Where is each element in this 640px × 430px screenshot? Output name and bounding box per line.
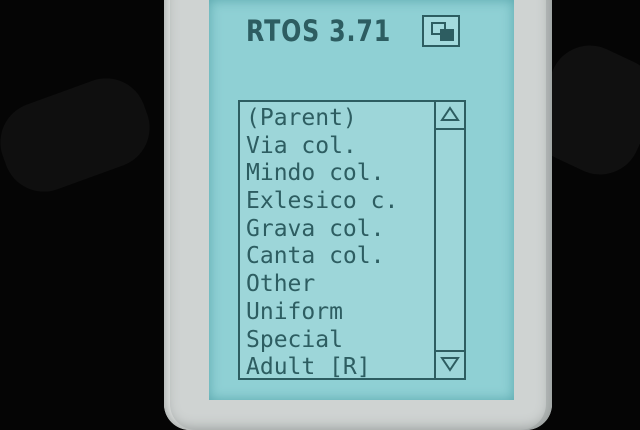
list-item[interactable]: Exlesico c. [246, 188, 436, 216]
list-item[interactable]: Other [246, 271, 436, 299]
list-item[interactable]: Special [246, 327, 436, 355]
os-title: RTOS 3.71 [246, 14, 392, 48]
list-item[interactable]: Via col. [246, 133, 436, 161]
triangle-up-icon [440, 106, 460, 121]
scroll-up-button[interactable] [436, 102, 464, 130]
list-item[interactable]: Canta col. [246, 243, 436, 271]
scrollbar[interactable] [434, 102, 464, 378]
triangle-down-icon [440, 357, 460, 372]
window-restore-icon-fill [440, 29, 454, 41]
scroll-down-button[interactable] [436, 350, 464, 378]
list-item[interactable]: Adult [R] [246, 354, 436, 382]
folder-list-items: (Parent) Via col. Mindo col. Exlesico c.… [246, 105, 436, 382]
folder-list: (Parent) Via col. Mindo col. Exlesico c.… [238, 100, 466, 380]
background-shadow-left [0, 67, 161, 203]
list-item[interactable]: Grava col. [246, 216, 436, 244]
list-item[interactable]: Uniform [246, 299, 436, 327]
window-restore-button[interactable] [422, 15, 460, 47]
list-item[interactable]: Mindo col. [246, 160, 436, 188]
list-item[interactable]: (Parent) [246, 105, 436, 133]
